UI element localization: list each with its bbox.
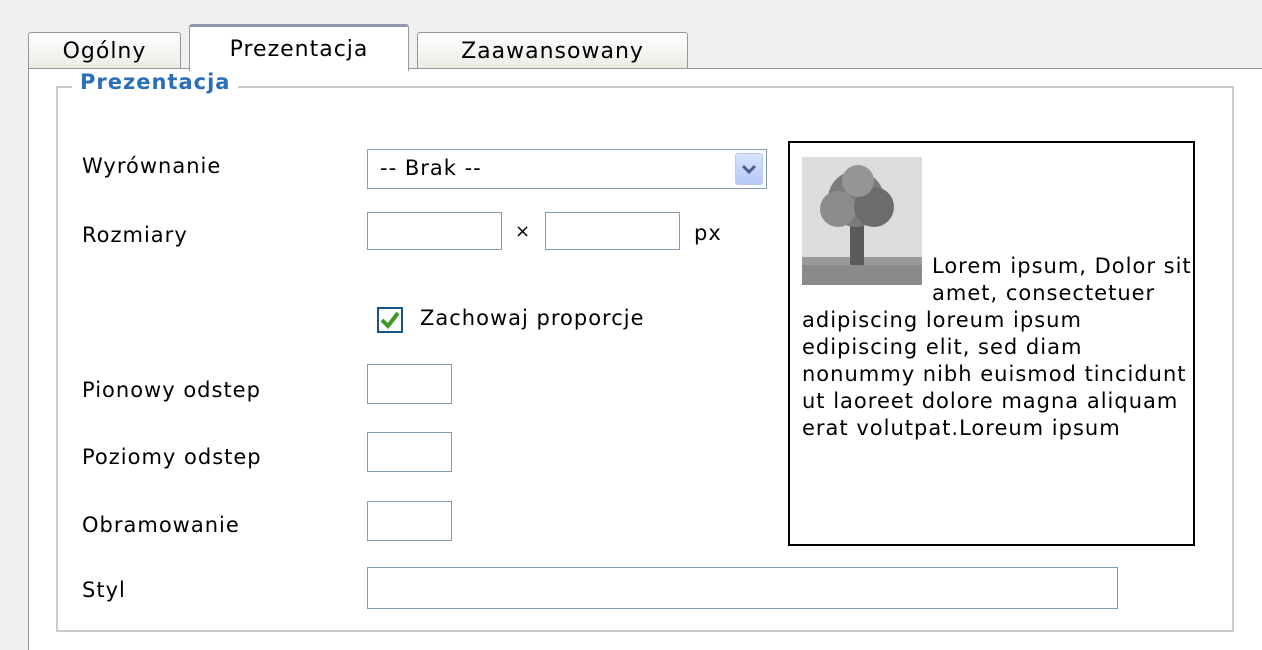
- alignment-select[interactable]: -- Brak --: [367, 149, 767, 189]
- keep-proportions-label: Zachowaj proporcje: [420, 306, 645, 330]
- vspace-label: Pionowy odstep: [82, 378, 261, 402]
- hspace-label: Poziomy odstep: [82, 445, 262, 469]
- chevron-down-icon[interactable]: [735, 153, 763, 185]
- hspace-input[interactable]: [367, 432, 452, 472]
- border-label: Obramowanie: [82, 513, 240, 537]
- checkmark-icon: [380, 311, 400, 329]
- style-input[interactable]: [367, 567, 1118, 609]
- presentation-fieldset: Prezentacja Wyrównanie -- Brak -- Rozmia…: [56, 70, 1234, 632]
- tree-image-icon: [802, 157, 922, 285]
- fieldset-legend: Prezentacja: [72, 70, 239, 94]
- dimensions-label: Rozmiary: [82, 223, 188, 247]
- height-input[interactable]: [545, 212, 680, 250]
- preview-box: Lorem ipsum, Dolor sit amet, consectetue…: [788, 141, 1195, 546]
- alignment-value: -- Brak --: [380, 156, 482, 180]
- border-input[interactable]: [367, 501, 452, 541]
- style-label: Styl: [82, 578, 126, 602]
- alignment-label: Wyrównanie: [82, 154, 222, 178]
- width-input[interactable]: [367, 212, 502, 250]
- tab-panel: Prezentacja Wyrównanie -- Brak -- Rozmia…: [28, 68, 1262, 650]
- tab-presentation[interactable]: Prezentacja: [189, 24, 409, 71]
- keep-proportions-checkbox[interactable]: [377, 307, 403, 333]
- tab-advanced[interactable]: Zaawansowany: [417, 32, 688, 70]
- dimensions-separator: ×: [515, 221, 532, 242]
- dimensions-unit: px: [694, 221, 722, 245]
- vspace-input[interactable]: [367, 364, 452, 404]
- tab-general[interactable]: Ogólny: [28, 32, 181, 70]
